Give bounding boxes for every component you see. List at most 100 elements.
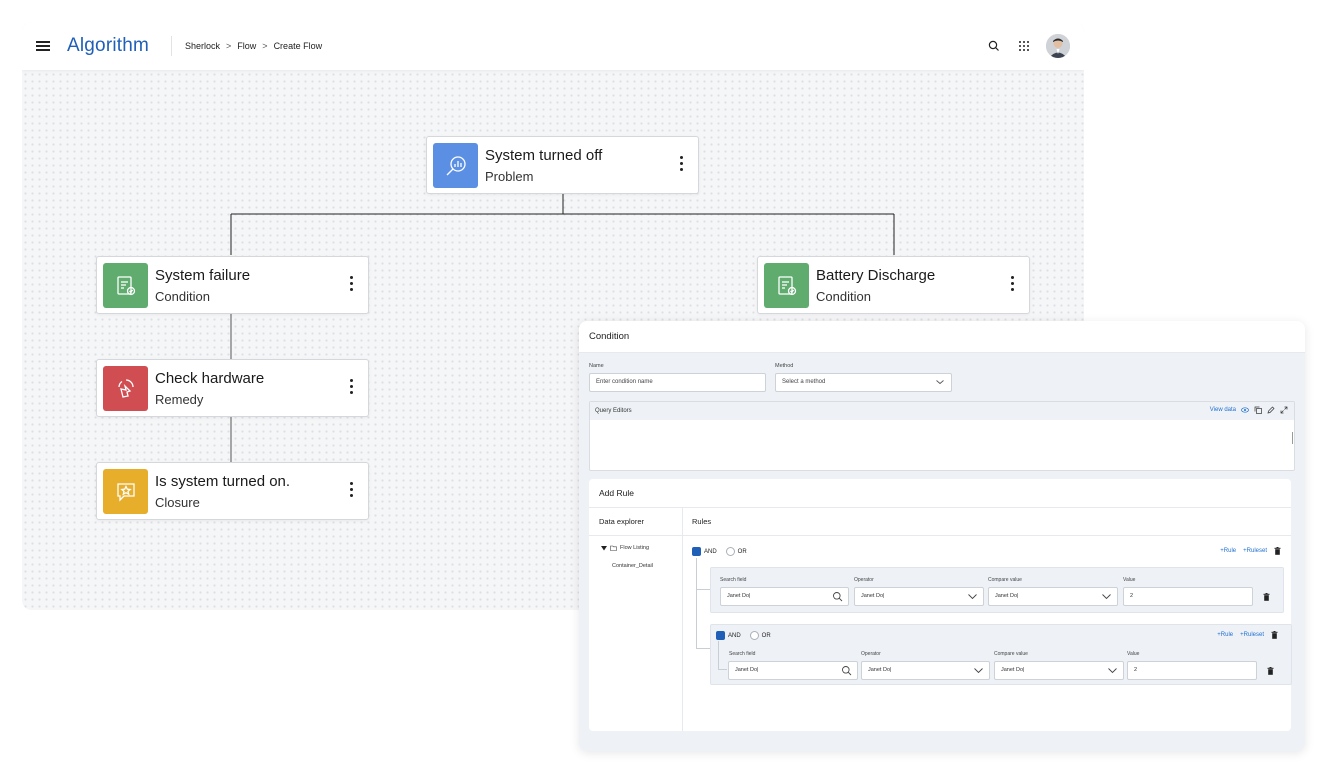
compare-value-label: Compare value	[988, 577, 1022, 583]
operator-value: Janet Do|	[861, 593, 885, 599]
query-editor-toolbar: Query Editors View data	[590, 402, 1294, 420]
clipboard-check-icon	[764, 263, 809, 308]
and-label: AND	[728, 632, 741, 639]
hand-pointer-icon	[103, 366, 148, 411]
condition-name-placeholder: Enter condition name	[596, 379, 653, 385]
chevron-down-icon	[1108, 668, 1117, 674]
rule-group-2: AND OR +Rule +Ruleset Search field Janet…	[710, 624, 1292, 685]
value-input[interactable]: 2	[1127, 661, 1257, 680]
rule-group-1-actions: +Rule +Ruleset	[1220, 547, 1281, 555]
breadcrumb-item-sherlock[interactable]: Sherlock	[185, 41, 220, 51]
rule-connector	[696, 558, 710, 590]
more-options-icon[interactable]	[348, 276, 354, 298]
search-field-input[interactable]: Janet Do|	[728, 661, 858, 680]
view-data-link[interactable]: View data	[1210, 407, 1236, 413]
chevron-down-icon	[1102, 594, 1111, 600]
editor-scrollbar[interactable]	[1292, 432, 1293, 444]
method-label: Method	[775, 363, 794, 369]
node-title: Battery Discharge	[816, 267, 936, 284]
panel-title: Condition	[589, 331, 630, 342]
breadcrumb-item-create-flow: Create Flow	[273, 41, 323, 51]
node-title: System turned off	[485, 147, 603, 164]
rule-group-2-actions: +Rule +Ruleset	[1217, 631, 1278, 639]
flow-node-problem[interactable]: System turned off Problem	[426, 136, 699, 194]
column-divider	[682, 507, 683, 731]
and-checkbox[interactable]	[716, 631, 725, 640]
search-analytics-icon	[433, 143, 478, 188]
trash-icon[interactable]	[1271, 631, 1278, 639]
compare-value: Janet Do|	[1001, 667, 1025, 673]
rule-row-1: Search field Janet Do| Operator Janet Do…	[710, 567, 1284, 613]
flow-node-closure[interactable]: Is system turned on. Closure	[96, 462, 369, 520]
breadcrumb-item-flow[interactable]: Flow	[237, 41, 256, 51]
chat-star-icon	[103, 469, 148, 514]
add-rule-link[interactable]: +Rule	[1220, 548, 1236, 554]
add-ruleset-link[interactable]: +Ruleset	[1243, 548, 1267, 554]
method-placeholder: Select a method	[782, 379, 826, 385]
search-field-label: Search field	[729, 651, 756, 657]
add-rule-link[interactable]: +Rule	[1217, 632, 1233, 638]
name-label: Name	[589, 363, 604, 369]
node-type: Closure	[155, 495, 200, 510]
and-checkbox[interactable]	[692, 547, 701, 556]
node-type: Condition	[155, 289, 210, 304]
operator-select[interactable]: Janet Do|	[854, 587, 984, 606]
rules-heading: Rules	[692, 517, 712, 526]
data-explorer-heading: Data explorer	[599, 517, 645, 526]
node-type: Remedy	[155, 392, 204, 407]
search-field-input[interactable]: Janet Do|	[720, 587, 849, 606]
header-actions	[986, 34, 1070, 58]
compare-value: Janet Do|	[995, 593, 1019, 599]
or-radio[interactable]	[725, 547, 735, 556]
more-options-icon[interactable]	[1009, 276, 1015, 298]
operator-select[interactable]: Janet Do|	[861, 661, 990, 680]
tree-item-flow-listing[interactable]: Flow Listing	[601, 545, 649, 551]
query-editor-actions: View data	[1210, 406, 1288, 414]
flow-node-remedy[interactable]: Check hardware Remedy	[96, 359, 369, 417]
trash-icon[interactable]	[1274, 547, 1281, 555]
flow-node-condition-battery-discharge[interactable]: Battery Discharge Condition	[757, 256, 1030, 314]
more-options-icon[interactable]	[678, 156, 684, 178]
compare-value-select[interactable]: Janet Do|	[988, 587, 1118, 606]
caret-down-icon	[601, 545, 607, 550]
tree-item-container-detail[interactable]: Container_Detail	[612, 563, 653, 569]
node-title: Check hardware	[155, 370, 265, 387]
divider	[171, 36, 172, 56]
copy-icon[interactable]	[1254, 406, 1262, 414]
top-bar: Algorithm Sherlock > Flow > Create Flow	[22, 22, 1084, 70]
more-options-icon[interactable]	[348, 482, 354, 504]
compare-value-select[interactable]: Janet Do|	[994, 661, 1124, 680]
search-field-label: Search field	[720, 577, 747, 583]
hamburger-menu-icon[interactable]	[36, 41, 50, 51]
trash-icon[interactable]	[1267, 667, 1274, 675]
or-radio[interactable]	[749, 631, 759, 640]
rule-connector	[696, 590, 710, 649]
chevron-down-icon	[968, 594, 977, 600]
search-icon[interactable]	[986, 38, 1002, 54]
expand-icon[interactable]	[1280, 406, 1288, 414]
rule-connector	[718, 641, 727, 670]
condition-name-input[interactable]: Enter condition name	[589, 373, 766, 392]
breadcrumb: Sherlock > Flow > Create Flow	[185, 41, 322, 51]
node-type: Problem	[485, 169, 534, 184]
folder-icon	[610, 545, 617, 551]
search-icon	[833, 592, 843, 602]
add-ruleset-link[interactable]: +Ruleset	[1240, 632, 1264, 638]
value-input[interactable]: 2	[1123, 587, 1253, 606]
eye-icon[interactable]	[1241, 406, 1249, 414]
add-rule-card: Add Rule Data explorer Rules Flow Listin…	[589, 479, 1292, 731]
condition-panel: Condition Name Enter condition name Meth…	[579, 321, 1305, 751]
node-type: Condition	[816, 289, 871, 304]
method-select[interactable]: Select a method	[775, 373, 952, 392]
more-options-icon[interactable]	[348, 379, 354, 401]
operator-label: Operator	[861, 651, 881, 657]
flow-node-condition-system-failure[interactable]: System failure Condition	[96, 256, 369, 314]
apps-grid-icon[interactable]	[1016, 38, 1032, 54]
chevron-down-icon	[936, 380, 944, 385]
query-editor[interactable]: Query Editors View data	[589, 401, 1295, 471]
tree-item-label: Flow Listing	[620, 545, 650, 551]
user-avatar[interactable]	[1046, 34, 1070, 58]
trash-icon[interactable]	[1263, 593, 1270, 601]
edit-icon[interactable]	[1267, 406, 1275, 414]
value-label: Value	[1127, 651, 1140, 657]
